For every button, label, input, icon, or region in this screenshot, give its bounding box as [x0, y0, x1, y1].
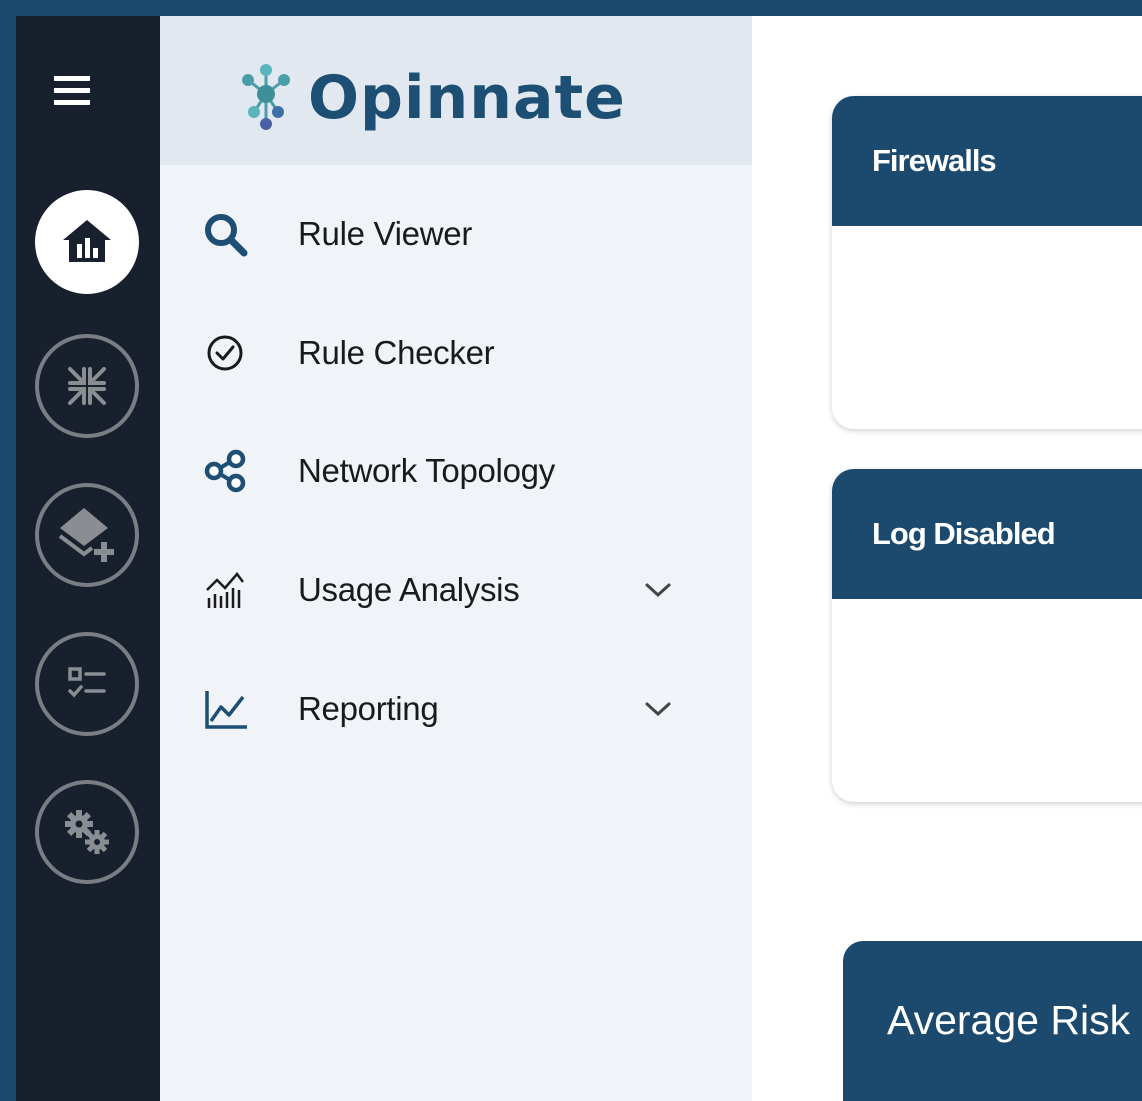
card-title: Log Disabled — [872, 516, 1056, 551]
search-icon — [198, 207, 252, 261]
bar-chart-trend-icon — [198, 563, 252, 617]
hamburger-menu-icon[interactable] — [54, 76, 90, 106]
menu-item-reporting[interactable]: Reporting — [160, 654, 752, 764]
rail-settings-button[interactable] — [35, 780, 139, 884]
card-header: Firewalls — [832, 96, 1142, 226]
home-dashboard-icon — [63, 220, 111, 262]
menu-item-label: Usage Analysis — [298, 571, 520, 608]
dashboard-content: Firewalls Log Disabled Average Risk — [752, 16, 1142, 1101]
compress-arrows-icon — [68, 367, 106, 405]
menu-item-label: Network Topology — [298, 452, 555, 489]
logo-bar: Opinnate — [160, 16, 752, 165]
check-circle-icon — [198, 326, 252, 380]
menu-item-label: Reporting — [298, 690, 439, 727]
gears-icon — [65, 810, 109, 854]
rail-checklist-button[interactable] — [35, 632, 139, 736]
menu-item-label: Rule Viewer — [298, 215, 473, 252]
checklist-icon — [68, 667, 106, 698]
chevron-down-icon[interactable] — [638, 689, 678, 729]
rail-layers-button[interactable] — [35, 483, 139, 587]
card-title: Firewalls — [872, 143, 997, 178]
menu-item-network-topology[interactable]: Network Topology — [160, 416, 752, 526]
log-disabled-card[interactable]: Log Disabled — [832, 469, 1142, 802]
rail-home-button[interactable] — [35, 190, 139, 294]
menu-item-rule-checker[interactable]: Rule Checker — [160, 298, 752, 408]
app-frame: Opinnate Rule Viewer Rule Checker Networ… — [16, 16, 1142, 1101]
menu-item-label: Rule Checker — [298, 334, 495, 371]
firewalls-card[interactable]: Firewalls — [832, 96, 1142, 429]
share-nodes-icon — [198, 444, 252, 498]
brand-name: Opinnate — [308, 63, 626, 133]
opinnate-logo-icon — [242, 64, 290, 130]
rail-compress-button[interactable] — [35, 334, 139, 438]
chevron-down-icon[interactable] — [638, 570, 678, 610]
layers-add-icon — [58, 508, 114, 562]
card-header: Log Disabled — [832, 469, 1142, 599]
line-chart-icon — [198, 682, 252, 736]
nav-menu-panel: Opinnate Rule Viewer Rule Checker Networ… — [160, 16, 752, 1101]
menu-item-usage-analysis[interactable]: Usage Analysis — [160, 535, 752, 645]
risk-card-title: Average Risk — [887, 997, 1131, 1043]
icon-rail — [16, 16, 160, 1101]
average-risk-card[interactable]: Average Risk — [843, 941, 1142, 1101]
brand-logo[interactable]: Opinnate — [234, 56, 626, 140]
menu-item-rule-viewer[interactable]: Rule Viewer — [160, 179, 752, 289]
